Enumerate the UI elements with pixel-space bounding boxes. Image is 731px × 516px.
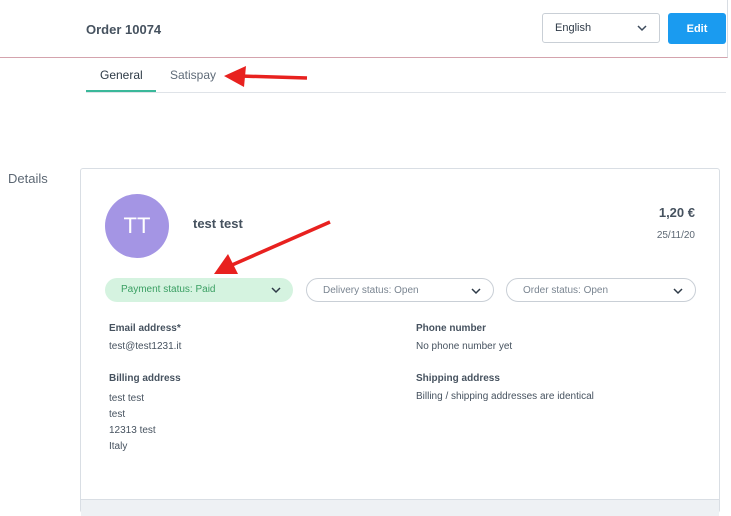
card-footer xyxy=(81,499,719,516)
billing-address: test test test 12313 test Italy xyxy=(109,391,156,455)
customer-name: test test xyxy=(193,216,243,231)
chevron-down-icon xyxy=(637,25,647,32)
section-label: Details xyxy=(8,171,48,186)
delivery-status-label: Delivery status: Open xyxy=(323,285,419,296)
page-title: Order 10074 xyxy=(86,22,162,37)
billing-line: test xyxy=(109,409,126,420)
order-amount: 1,20 € xyxy=(658,205,695,220)
billing-line: test test xyxy=(109,393,145,404)
order-status-label: Order status: Open xyxy=(523,285,609,296)
chevron-down-icon xyxy=(673,288,683,295)
chevron-down-icon xyxy=(271,287,281,294)
chevron-down-icon xyxy=(471,288,481,295)
order-date: 25/11/20 xyxy=(656,230,695,241)
active-tab-indicator xyxy=(86,90,156,92)
order-header: Order 10074 English Edit xyxy=(0,0,728,58)
order-status-select[interactable]: Order status: Open xyxy=(506,278,696,302)
tab-bar: General Satispay xyxy=(86,60,726,93)
tab-general[interactable]: General xyxy=(100,68,143,82)
billing-line: 12313 test xyxy=(109,425,156,436)
avatar: TT xyxy=(105,194,169,258)
shipping-address-value: Billing / shipping addresses are identic… xyxy=(416,391,594,402)
delivery-status-select[interactable]: Delivery status: Open xyxy=(306,278,494,302)
language-select-value: English xyxy=(555,22,592,34)
phone-value: No phone number yet xyxy=(416,341,513,352)
phone-label: Phone number xyxy=(416,323,487,334)
order-details-card: TT test test 1,20 € 25/11/20 Payment sta… xyxy=(80,168,720,516)
shipping-address-label: Shipping address xyxy=(416,373,500,384)
billing-line: Italy xyxy=(109,441,128,452)
payment-status-label: Payment status: Paid xyxy=(121,284,216,295)
email-value: test@test1231.it xyxy=(109,341,182,352)
email-label: Email address* xyxy=(109,323,181,334)
edit-button[interactable]: Edit xyxy=(668,13,726,44)
billing-address-label: Billing address xyxy=(109,373,181,384)
language-select[interactable]: English xyxy=(542,13,660,43)
payment-status-select[interactable]: Payment status: Paid xyxy=(105,278,293,302)
tab-satispay[interactable]: Satispay xyxy=(170,68,216,82)
